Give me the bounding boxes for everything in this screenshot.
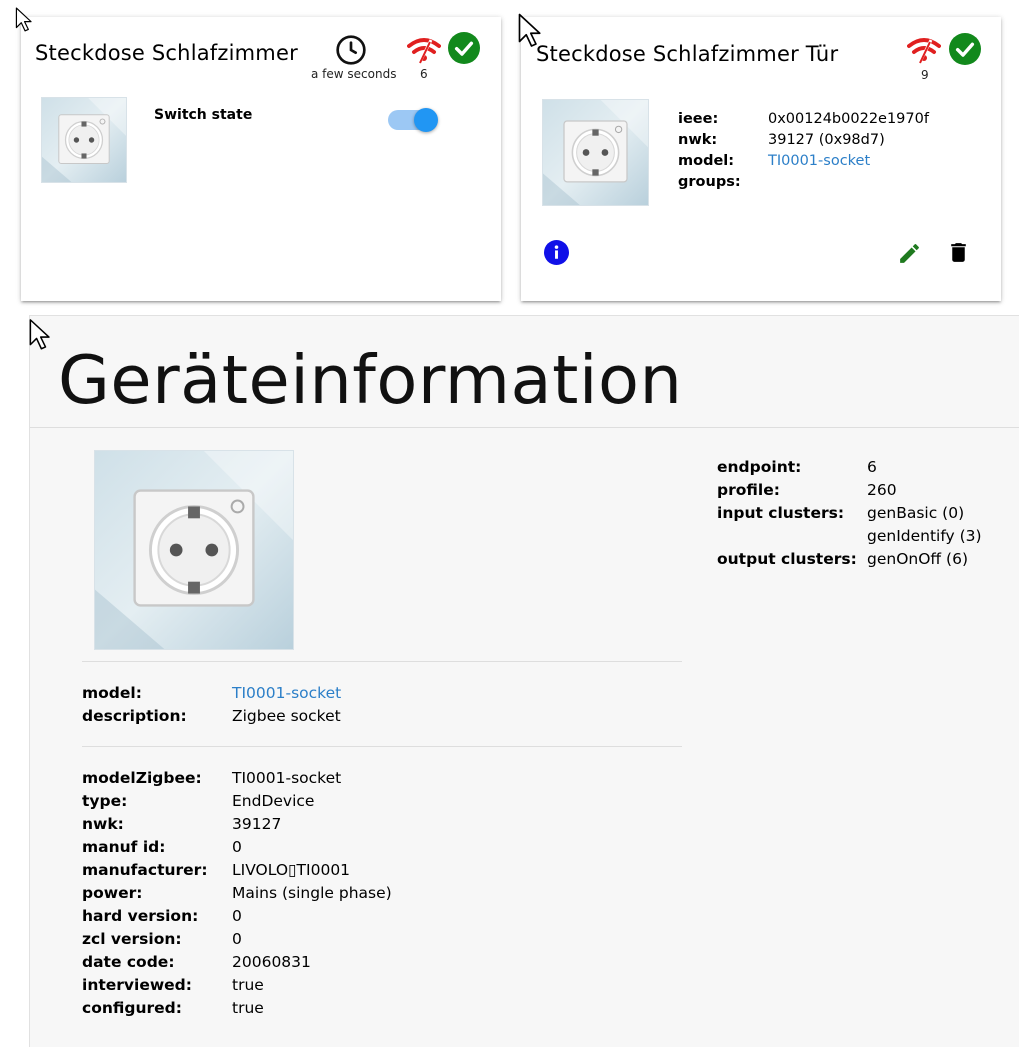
endpoint-section: endpoint: 6 profile: 260 input clusters: ge… bbox=[717, 456, 982, 571]
detail-row: type: EndDevice bbox=[82, 790, 392, 813]
device-image bbox=[542, 99, 649, 206]
details-section: modelZigbee: TI0001-socket type: EndDevice… bbox=[82, 767, 392, 1020]
detail-row: zcl version: 0 bbox=[82, 928, 392, 951]
divider bbox=[82, 746, 682, 747]
device-image bbox=[41, 97, 127, 183]
detail-key: nwk: bbox=[82, 815, 124, 833]
switch-label: Switch state bbox=[154, 107, 253, 123]
endpoint-value: 6 bbox=[867, 458, 877, 476]
detail-key: power: bbox=[82, 884, 143, 902]
endpoint-value: genBasic (0) bbox=[867, 504, 965, 522]
link-quality-text: 6 bbox=[420, 67, 428, 81]
endpoint-key: output clusters: bbox=[717, 550, 857, 568]
detail-key: manuf id: bbox=[82, 838, 166, 856]
detail-row: hard version: 0 bbox=[82, 905, 392, 928]
model-link[interactable]: TI0001-socket bbox=[768, 153, 870, 169]
detail-row: description: Zigbee socket bbox=[82, 705, 341, 728]
detail-row: power: Mains (single phase) bbox=[82, 882, 392, 905]
detail-value: true bbox=[232, 976, 264, 994]
detail-key: configured: bbox=[82, 999, 182, 1017]
detail-key: description: bbox=[82, 707, 187, 725]
endpoint-row: genIdentify (3) bbox=[717, 525, 982, 548]
detail-value: Zigbee socket bbox=[232, 707, 341, 725]
detail-key: hard version: bbox=[82, 907, 199, 925]
device-card-2: Steckdose Schlafzimmer Tür 9 ieee: 0x0012… bbox=[521, 17, 1001, 301]
panel-title: Geräteinformation bbox=[58, 341, 683, 419]
model-section: model: TI0001-socket description: Zigbee s… bbox=[82, 682, 341, 728]
detail-value: 20060831 bbox=[232, 953, 311, 971]
delete-icon[interactable] bbox=[946, 240, 971, 265]
title-divider bbox=[30, 427, 1019, 428]
device-image-large bbox=[94, 450, 294, 650]
signal-icon bbox=[907, 38, 941, 65]
switch-knob[interactable] bbox=[414, 108, 438, 132]
detail-value: 39127 bbox=[232, 815, 282, 833]
endpoint-key: input clusters: bbox=[717, 504, 845, 522]
detail-row: interviewed: true bbox=[82, 974, 392, 997]
device-card-1: Steckdose Schlafzimmer a few seconds 6 S… bbox=[21, 17, 501, 301]
detail-row: configured: true bbox=[82, 997, 392, 1020]
detail-row: manufacturer: LIVOLO▯TI0001 bbox=[82, 859, 392, 882]
link-quality-text: 9 bbox=[921, 68, 929, 82]
check-circle-icon bbox=[949, 33, 981, 65]
cursor-icon bbox=[15, 7, 32, 32]
clock-icon bbox=[336, 35, 366, 65]
card-title: Steckdose Schlafzimmer bbox=[35, 41, 298, 65]
device-info-panel: Geräteinformation model: TI0001-socket de… bbox=[29, 315, 1019, 1047]
detail-value: 0 bbox=[232, 838, 242, 856]
info-row-groups: groups: bbox=[678, 172, 929, 193]
endpoint-key: profile: bbox=[717, 481, 780, 499]
detail-row: manuf id: 0 bbox=[82, 836, 392, 859]
detail-value: 0 bbox=[232, 907, 242, 925]
cursor-icon bbox=[29, 319, 50, 350]
endpoint-row: endpoint: 6 bbox=[717, 456, 982, 479]
detail-row: modelZigbee: TI0001-socket bbox=[82, 767, 392, 790]
detail-value: LIVOLO▯TI0001 bbox=[232, 861, 351, 879]
edit-icon[interactable] bbox=[897, 241, 922, 266]
info-key: groups: bbox=[678, 174, 741, 190]
detail-row: nwk: 39127 bbox=[82, 813, 392, 836]
card-title: Steckdose Schlafzimmer Tür bbox=[536, 42, 839, 66]
detail-key: date code: bbox=[82, 953, 175, 971]
cursor-icon bbox=[518, 13, 541, 47]
endpoint-row: input clusters: genBasic (0) bbox=[717, 502, 982, 525]
endpoint-key: endpoint: bbox=[717, 458, 802, 476]
detail-key: manufacturer: bbox=[82, 861, 208, 879]
detail-value: EndDevice bbox=[232, 792, 315, 810]
check-circle-icon bbox=[448, 32, 480, 64]
last-seen-text: a few seconds bbox=[311, 67, 397, 81]
info-key: model: bbox=[678, 153, 735, 169]
endpoint-value: 260 bbox=[867, 481, 897, 499]
detail-key: model: bbox=[82, 684, 142, 702]
detail-row: date code: 20060831 bbox=[82, 951, 392, 974]
detail-value: true bbox=[232, 999, 264, 1017]
info-key: ieee: bbox=[678, 111, 719, 127]
model-link[interactable]: TI0001-socket bbox=[232, 684, 341, 702]
divider bbox=[82, 661, 682, 662]
endpoint-row: profile: 260 bbox=[717, 479, 982, 502]
detail-value: Mains (single phase) bbox=[232, 884, 392, 902]
info-value: 39127 (0x98d7) bbox=[768, 132, 885, 148]
detail-key: interviewed: bbox=[82, 976, 192, 994]
info-row-nwk: nwk: 39127 (0x98d7) bbox=[678, 130, 929, 151]
endpoint-row: output clusters: genOnOff (6) bbox=[717, 548, 982, 571]
info-key: nwk: bbox=[678, 132, 718, 148]
info-row-model: model: TI0001-socket bbox=[678, 151, 929, 172]
detail-key: modelZigbee: bbox=[82, 769, 202, 787]
detail-key: type: bbox=[82, 792, 128, 810]
detail-value: TI0001-socket bbox=[232, 769, 342, 787]
info-icon[interactable] bbox=[544, 240, 569, 265]
info-value: 0x00124b0022e1970f bbox=[768, 111, 929, 127]
detail-value: 0 bbox=[232, 930, 242, 948]
signal-icon bbox=[407, 38, 441, 65]
detail-key: zcl version: bbox=[82, 930, 182, 948]
detail-row: model: TI0001-socket bbox=[82, 682, 341, 705]
endpoint-value: genOnOff (6) bbox=[867, 550, 968, 568]
endpoint-value: genIdentify (3) bbox=[867, 527, 982, 545]
info-list: ieee: 0x00124b0022e1970f nwk: 39127 (0x98d… bbox=[678, 109, 929, 193]
info-row-ieee: ieee: 0x00124b0022e1970f bbox=[678, 109, 929, 130]
